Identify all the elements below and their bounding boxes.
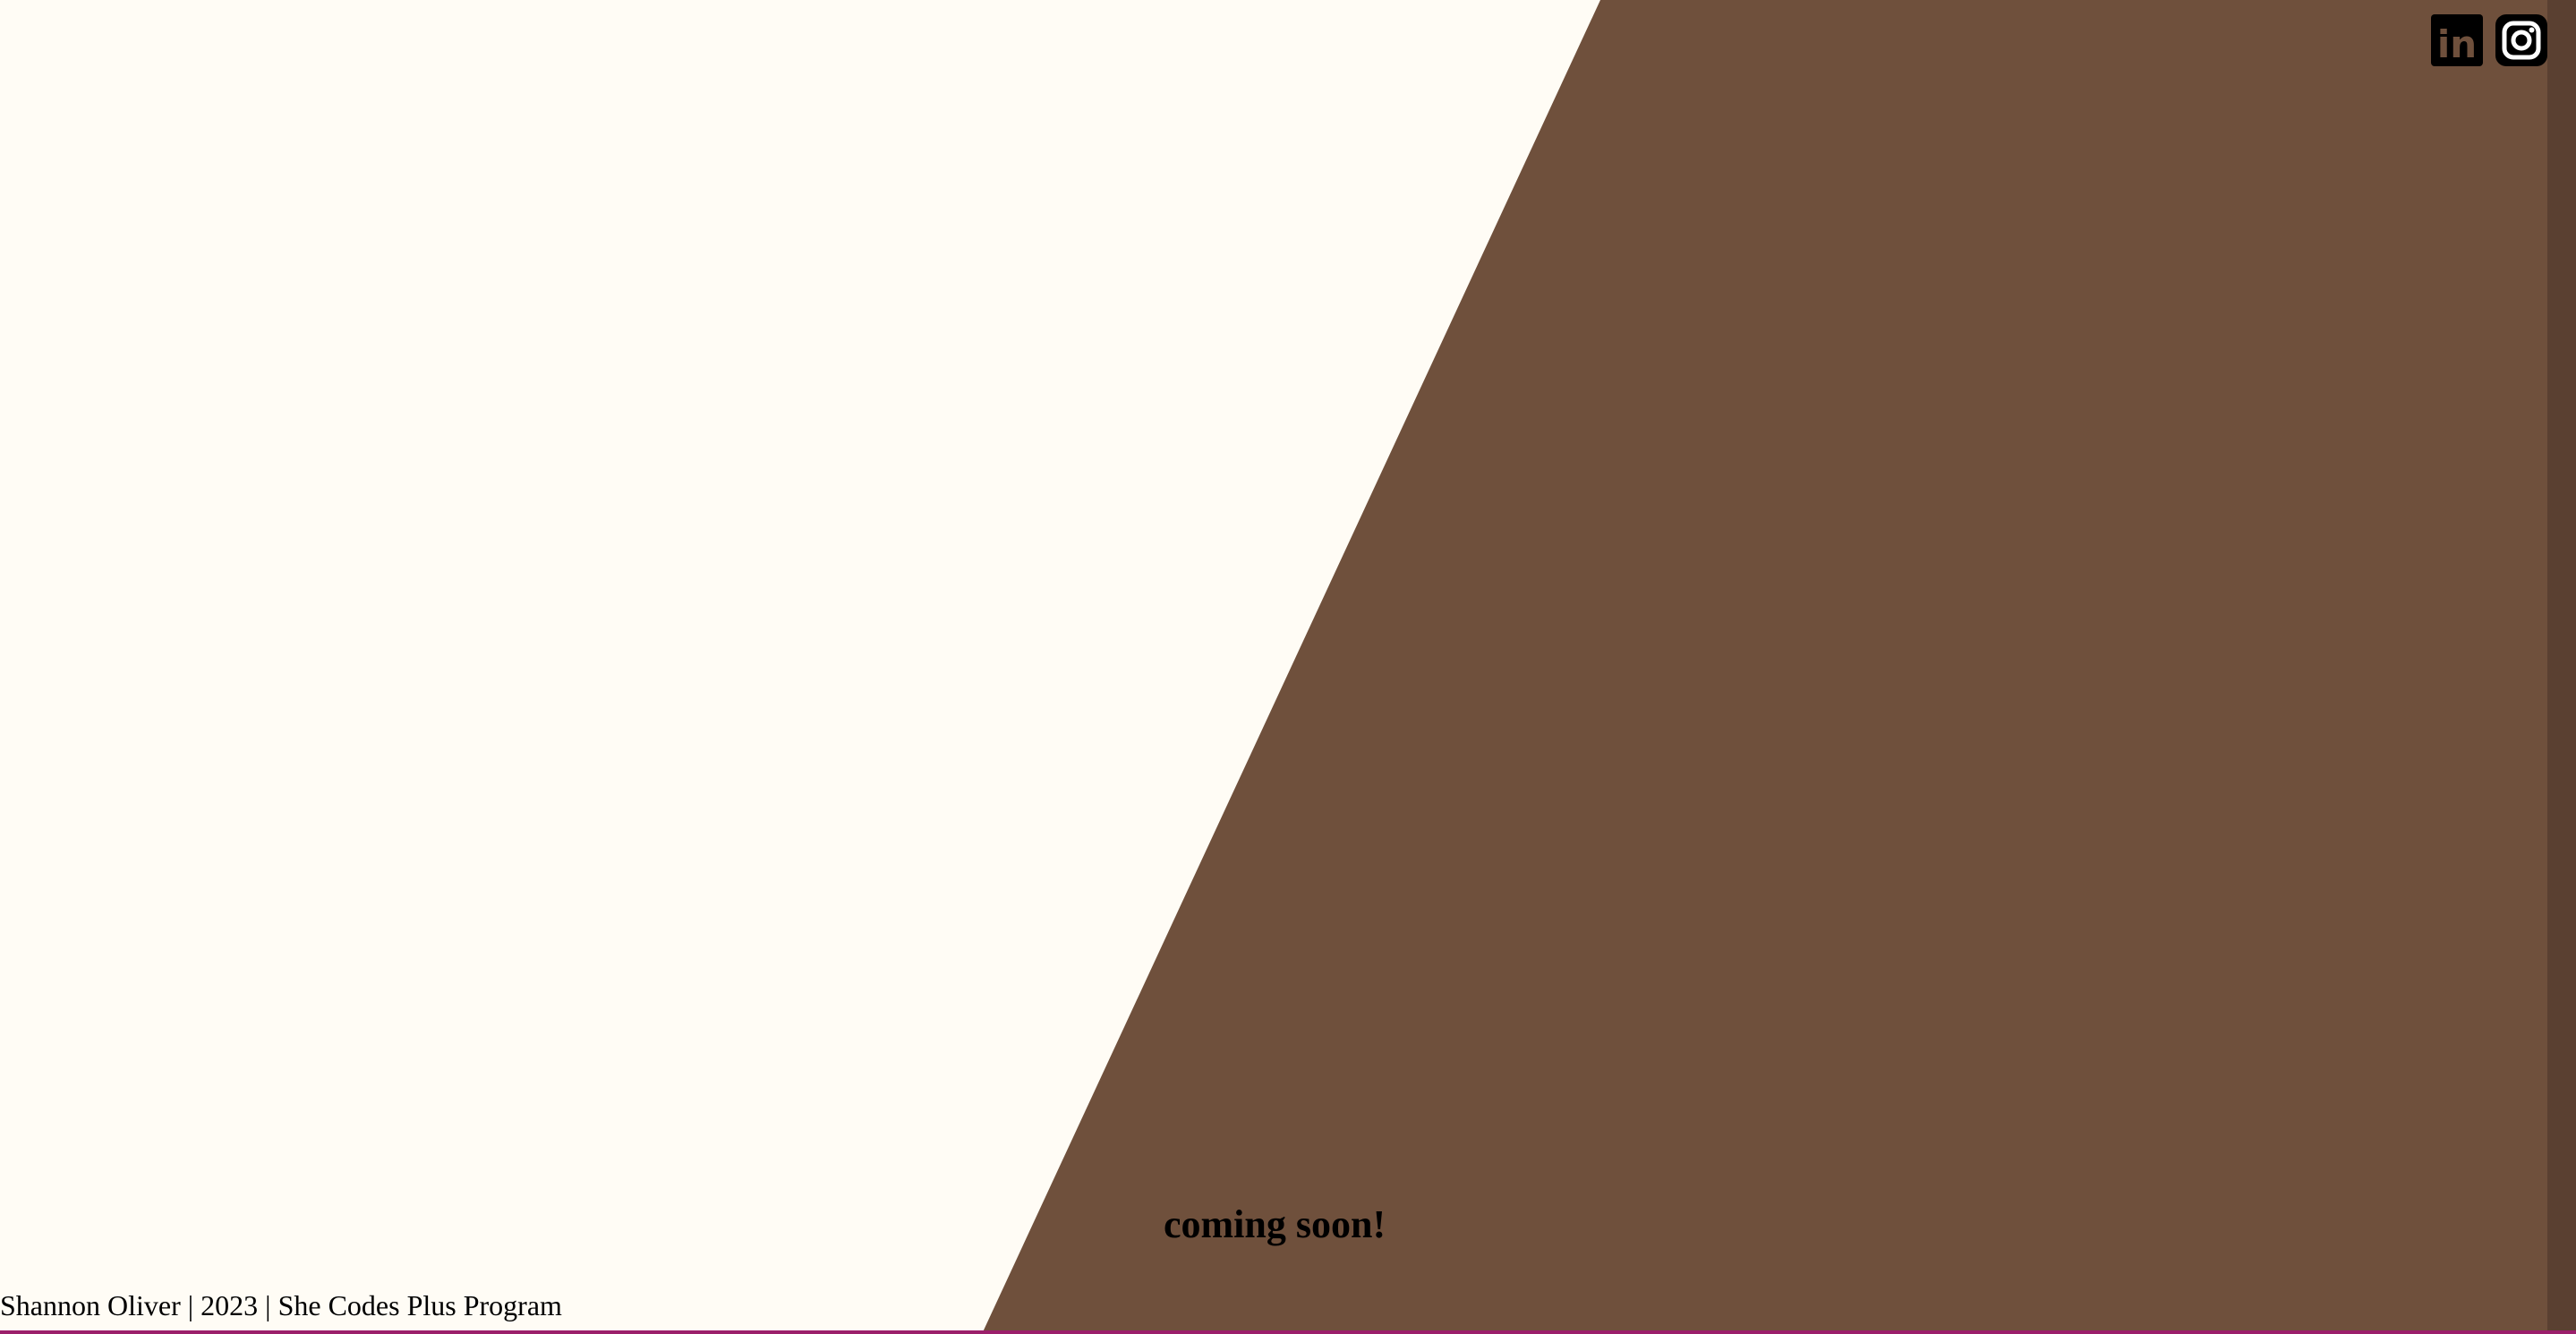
bottom-divider (0, 1330, 2576, 1334)
scrollbar[interactable] (2547, 0, 2576, 1334)
page: in coming soon! Shannon Oliver | 2023 | … (0, 0, 2576, 1334)
diagonal-brown-panel (982, 0, 2576, 1334)
linkedin-link[interactable]: in (2431, 14, 2483, 66)
coming-soon-heading: coming soon! (1164, 1202, 1386, 1246)
social-links: in (2431, 14, 2547, 66)
footer-text: Shannon Oliver | 2023 | She Codes Plus P… (0, 1289, 562, 1321)
linkedin-icon: in (2431, 14, 2483, 66)
instagram-link[interactable] (2495, 14, 2547, 66)
instagram-icon (2495, 14, 2547, 66)
svg-text:in: in (2437, 22, 2477, 66)
